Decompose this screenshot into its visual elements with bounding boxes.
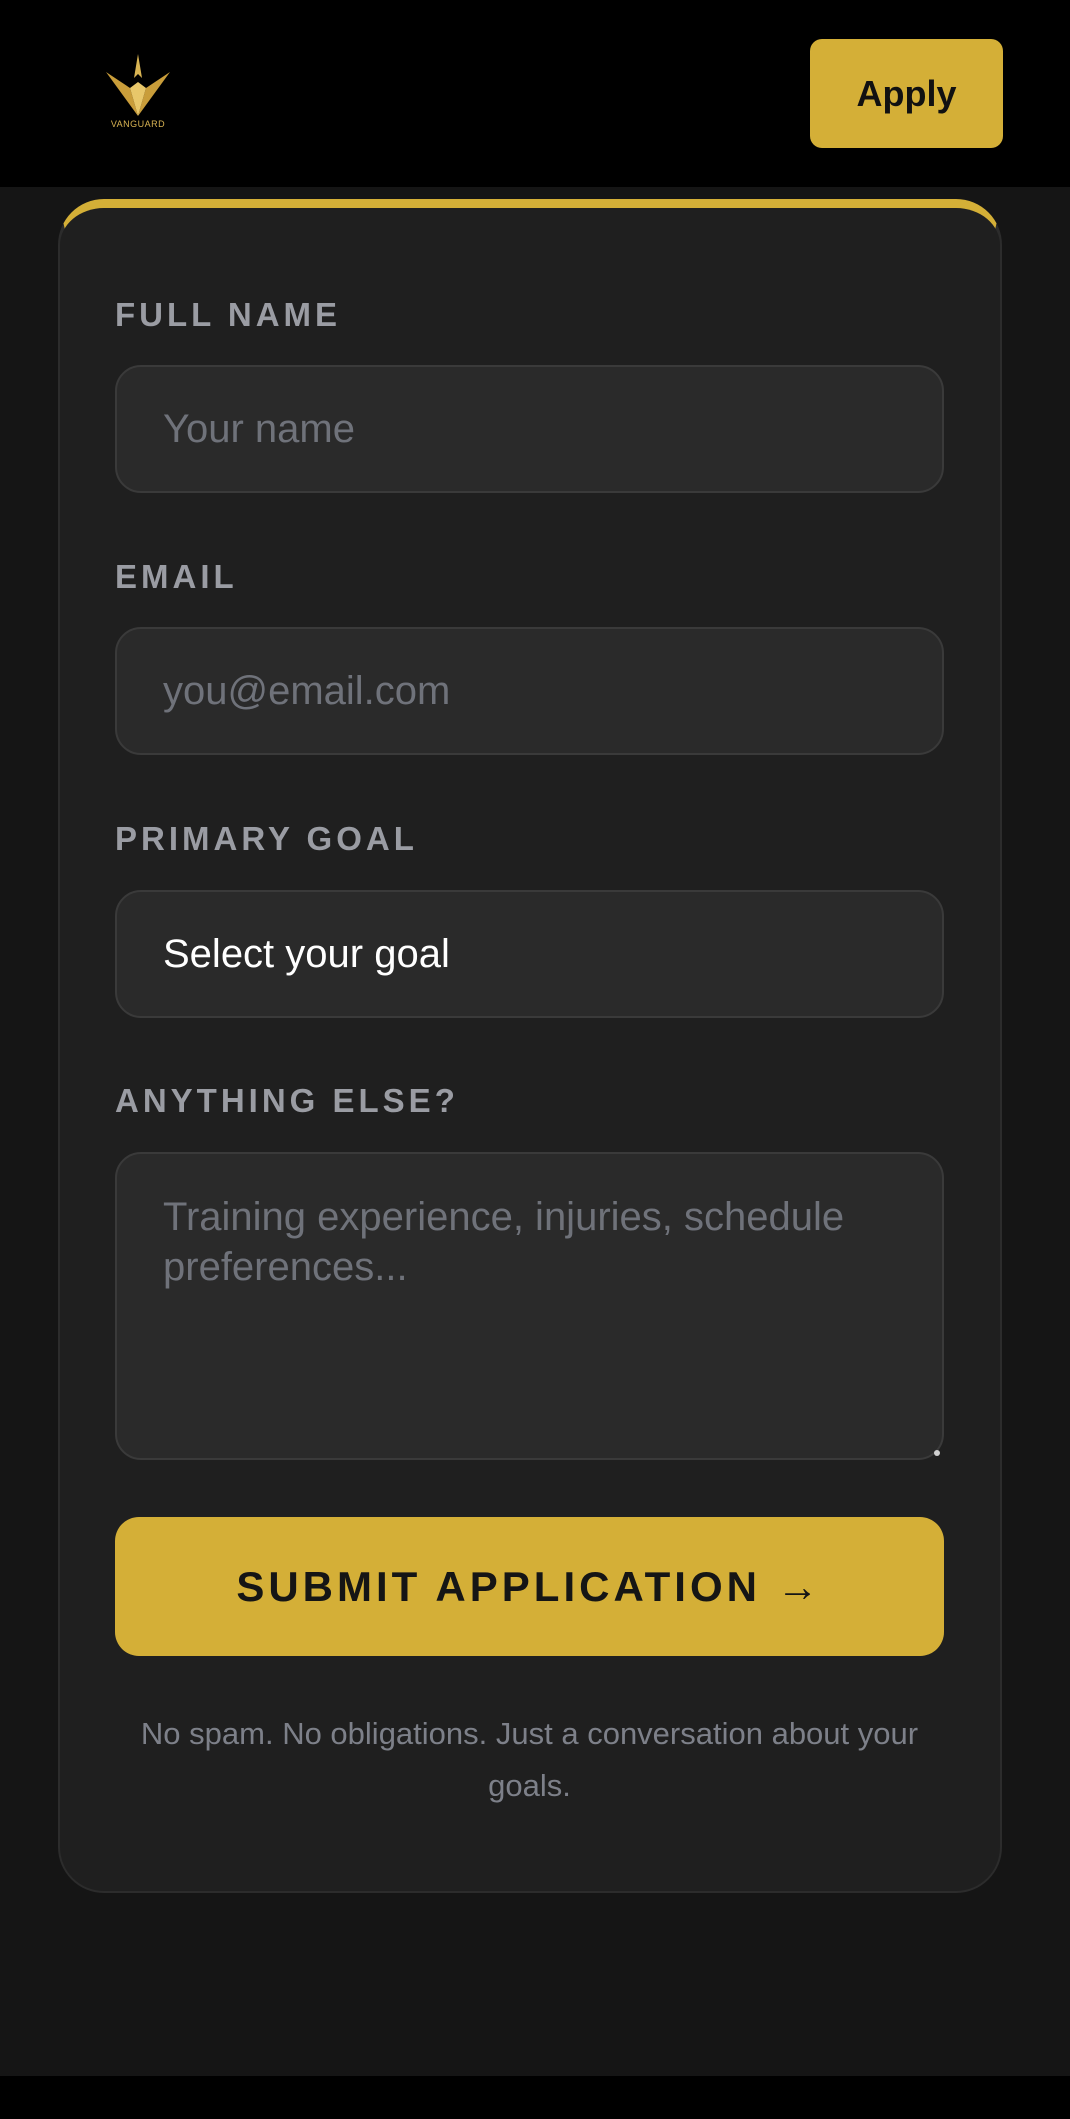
privacy-note: No spam. No obligations. Just a conversa… <box>140 1716 919 1803</box>
resize-handle-icon[interactable] <box>934 1450 940 1456</box>
anything-else-label: ANYTHING ELSE? <box>115 1082 459 1119</box>
full-name-input[interactable]: Your name <box>115 365 944 493</box>
site-header: VANGUARD Apply <box>0 0 1070 187</box>
email-label: EMAIL <box>115 558 238 595</box>
submit-application-button[interactable]: SUBMIT APPLICATION → <box>115 1517 944 1656</box>
primary-goal-label: PRIMARY GOAL <box>115 820 418 857</box>
footer-bar <box>0 2076 1070 2119</box>
full-name-label: FULL NAME <box>115 296 342 333</box>
apply-button[interactable]: Apply <box>810 39 1003 148</box>
primary-goal-select[interactable]: Select your goal <box>115 890 944 1018</box>
v-logo-icon: VANGUARD <box>106 54 170 129</box>
vanguard-logo[interactable]: VANGUARD <box>100 50 176 132</box>
anything-else-textarea[interactable]: Training experience, injuries, schedule … <box>115 1152 944 1460</box>
email-input[interactable]: you@email.com <box>115 627 944 755</box>
textarea-placeholder: Training experience, injuries, schedule … <box>163 1195 845 1289</box>
logo-wordmark: VANGUARD <box>111 119 165 129</box>
